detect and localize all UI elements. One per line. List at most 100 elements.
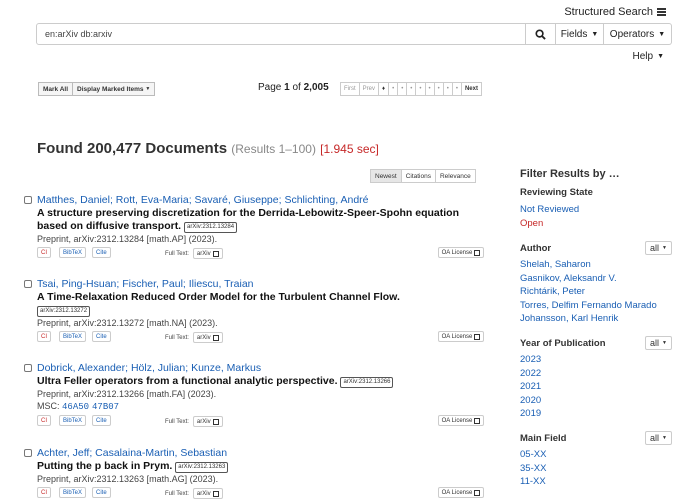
result-title-block: A Time-Relaxation Reduced Order Model fo… — [37, 291, 484, 317]
filter-item[interactable]: Shelah, Saharon — [520, 258, 657, 272]
filter-item[interactable]: 2021 — [520, 380, 541, 394]
result-checkbox[interactable] — [24, 196, 32, 204]
result-title[interactable]: A Time-Relaxation Reduced Order Model fo… — [37, 291, 400, 303]
filter-item[interactable]: 35-XX — [520, 462, 546, 476]
full-text: Full Text: arXiv — [165, 248, 223, 259]
fields-dropdown[interactable]: Fields ▼ — [556, 23, 604, 45]
cite-button[interactable]: Cite — [92, 487, 111, 498]
sort-relevance-button[interactable]: Relevance — [434, 169, 476, 183]
result-authors[interactable]: Matthes, Daniel; Rott, Eva-Maria; Savaré… — [37, 194, 484, 207]
year-all-dropdown[interactable]: all ▼ — [645, 336, 672, 350]
result-item: Dobrick, Alexander; Hölz, Julian; Kunze,… — [24, 362, 484, 427]
filter-item[interactable]: Gasnikov, Aleksandr V. — [520, 272, 657, 286]
result-title[interactable]: Putting the p back in Prym. — [37, 460, 172, 472]
result-item: Achter, Jeff; Casalaina-Martin, Sebastia… — [24, 447, 484, 499]
search-bar: Fields▼ Operators▼ — [36, 23, 672, 45]
result-item: Matthes, Daniel; Rott, Eva-Maria; Savaré… — [24, 194, 484, 259]
result-checkbox[interactable] — [24, 364, 32, 372]
cl-button[interactable]: CI — [37, 487, 51, 498]
filter-item[interactable]: 2019 — [520, 407, 541, 421]
filter-item[interactable]: 05-XX — [520, 448, 546, 462]
msc-code[interactable]: 47B07 — [92, 402, 119, 412]
bibtex-button[interactable]: BibTeX — [59, 331, 87, 342]
cl-button[interactable]: CI — [37, 247, 51, 258]
operators-dropdown[interactable]: Operators ▼ — [604, 23, 672, 45]
mark-all-button[interactable]: Mark All — [38, 82, 74, 96]
msc-code[interactable]: 46A50 — [62, 402, 89, 412]
filter-item[interactable]: 11-XX — [520, 475, 546, 489]
arxiv-tag[interactable]: arXiv:2312.13272 — [37, 306, 91, 317]
filter-field-list: 05-XX 35-XX 11-XX — [520, 448, 546, 489]
oa-license-label: OA License — [441, 249, 473, 256]
sort-citations-button[interactable]: Citations — [400, 169, 436, 183]
bibtex-button[interactable]: BibTeX — [59, 487, 87, 498]
filter-title: Filter Results by … — [520, 168, 620, 180]
oa-license-button[interactable]: OA License — [437, 247, 484, 258]
caret-down-icon: ▼ — [145, 86, 151, 92]
arxiv-fulltext-button[interactable]: arXiv — [192, 416, 223, 427]
first-page-button[interactable]: First — [340, 82, 360, 96]
external-link-icon — [474, 489, 480, 496]
bibtex-button[interactable]: BibTeX — [59, 247, 87, 258]
author-all-dropdown[interactable]: all ▼ — [645, 241, 672, 255]
arxiv-fulltext-label: arXiv — [196, 490, 211, 497]
next-page-button[interactable]: Next — [460, 82, 482, 96]
result-checkbox[interactable] — [24, 280, 32, 288]
cite-button[interactable]: Cite — [92, 415, 111, 426]
cite-button[interactable]: Cite — [92, 247, 111, 258]
prev-page-button[interactable]: Prev — [358, 82, 380, 96]
cl-button[interactable]: CI — [37, 331, 51, 342]
page-indicator: Page 1 of 2,005 — [258, 82, 329, 93]
search-button[interactable] — [526, 23, 556, 45]
result-title[interactable]: Ultra Feller operators from a functional… — [37, 375, 338, 387]
oa-license-label: OA License — [441, 417, 473, 424]
filter-item[interactable]: Johansson, Karl Henrik — [520, 312, 657, 326]
arxiv-fulltext-button[interactable]: arXiv — [192, 332, 223, 343]
external-link-icon — [474, 333, 480, 340]
sort-newest-button[interactable]: Newest — [370, 169, 402, 183]
result-publication: Preprint, arXiv:2312.13284 [math.AP] (20… — [37, 234, 218, 244]
filter-item[interactable]: Not Reviewed — [520, 203, 579, 217]
caret-down-icon: ▼ — [662, 245, 667, 251]
cl-button[interactable]: CI — [37, 415, 51, 426]
filter-year-heading: Year of Publication — [520, 338, 606, 349]
arxiv-tag[interactable]: arXiv:2312.13263 — [175, 462, 229, 473]
field-all-dropdown[interactable]: all ▼ — [645, 431, 672, 445]
filter-item[interactable]: Torres, Delfim Fernando Marado — [520, 299, 657, 313]
results-range: (Results 1–100) — [231, 142, 316, 156]
fields-label: Fields — [560, 28, 588, 40]
arxiv-fulltext-button[interactable]: arXiv — [192, 248, 223, 259]
results-summary: Found 200,477 Documents (Results 1–100) … — [37, 140, 379, 157]
cite-button[interactable]: Cite — [92, 331, 111, 342]
filter-item[interactable]: 2022 — [520, 367, 541, 381]
result-title[interactable]: A structure preserving discretization fo… — [37, 207, 459, 232]
arxiv-tag[interactable]: arXiv:2312.13266 — [340, 377, 394, 388]
filter-item[interactable]: 2023 — [520, 353, 541, 367]
help-label: Help — [632, 51, 654, 62]
full-text-label: Full Text: — [165, 250, 189, 257]
arxiv-tag[interactable]: arXiv:2312.13284 — [184, 222, 238, 233]
filter-item[interactable]: 2020 — [520, 394, 541, 408]
arxiv-fulltext-button[interactable]: arXiv — [192, 488, 223, 499]
caret-down-icon: ▼ — [657, 53, 664, 60]
oa-license-button[interactable]: OA License — [437, 331, 484, 342]
filter-reviewing-heading: Reviewing State — [520, 187, 593, 198]
result-authors[interactable]: Dobrick, Alexander; Hölz, Julian; Kunze,… — [37, 362, 484, 375]
result-authors[interactable]: Achter, Jeff; Casalaina-Martin, Sebastia… — [37, 447, 484, 460]
filter-item[interactable]: Richtárik, Peter — [520, 285, 657, 299]
help-menu[interactable]: Help ▼ — [632, 51, 664, 62]
result-authors[interactable]: Tsai, Ping-Hsuan; Fischer, Paul; Iliescu… — [37, 278, 484, 291]
result-checkbox[interactable] — [24, 449, 32, 457]
external-link-icon — [474, 249, 480, 256]
search-input[interactable] — [36, 23, 526, 45]
oa-license-label: OA License — [441, 489, 473, 496]
structured-search-link[interactable]: Structured Search — [564, 6, 666, 18]
display-marked-button[interactable]: Display Marked Items ▼ — [73, 82, 156, 96]
search-icon — [535, 28, 546, 40]
oa-license-button[interactable]: OA License — [437, 487, 484, 498]
filter-item[interactable]: Open — [520, 217, 579, 231]
bibtex-button[interactable]: BibTeX — [59, 415, 87, 426]
external-link-icon — [212, 334, 219, 341]
oa-license-button[interactable]: OA License — [437, 415, 484, 426]
result-actions: CI BibTeX Cite Full Text: arXiv OA Licen… — [37, 487, 484, 499]
